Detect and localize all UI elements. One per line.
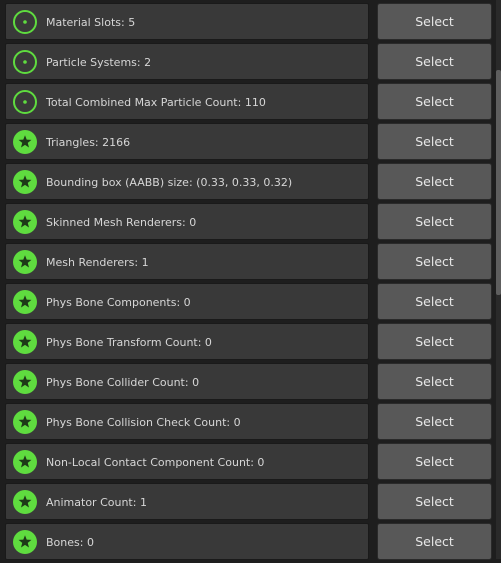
stat-label: Bones: 0 xyxy=(46,536,94,549)
info-circle-icon xyxy=(12,9,38,35)
select-button[interactable]: Select xyxy=(377,483,492,520)
info-circle-icon xyxy=(12,89,38,115)
stat-card: Mesh Renderers: 1 xyxy=(5,243,369,280)
stat-card: Bones: 0 xyxy=(5,523,369,560)
stat-label: Bounding box (AABB) size: (0.33, 0.33, 0… xyxy=(46,176,293,189)
select-button[interactable]: Select xyxy=(377,363,492,400)
stat-label: Mesh Renderers: 1 xyxy=(46,256,149,269)
vertical-scrollbar[interactable] xyxy=(496,0,501,559)
scrollbar-thumb[interactable] xyxy=(496,70,501,295)
star-icon xyxy=(12,289,38,315)
stat-row: Phys Bone Components: 0 Select xyxy=(0,283,496,323)
stat-card: Total Combined Max Particle Count: 110 xyxy=(5,83,369,120)
stat-row: Phys Bone Collision Check Count: 0 Select xyxy=(0,403,496,443)
stat-label: Phys Bone Components: 0 xyxy=(46,296,191,309)
stat-label: Triangles: 2166 xyxy=(46,136,131,149)
info-circle-icon xyxy=(12,49,38,75)
stat-row: Bounding box (AABB) size: (0.33, 0.33, 0… xyxy=(0,163,496,203)
star-icon xyxy=(12,489,38,515)
stat-card: Phys Bone Collision Check Count: 0 xyxy=(5,403,369,440)
stat-card: Phys Bone Collider Count: 0 xyxy=(5,363,369,400)
stat-row: Triangles: 2166 Select xyxy=(0,123,496,163)
stat-label: Animator Count: 1 xyxy=(46,496,147,509)
select-button[interactable]: Select xyxy=(377,403,492,440)
stat-row: Phys Bone Transform Count: 0 Select xyxy=(0,323,496,363)
stat-label: Non-Local Contact Component Count: 0 xyxy=(46,456,265,469)
stat-card: Material Slots: 5 xyxy=(5,3,369,40)
stat-row: Skinned Mesh Renderers: 0 Select xyxy=(0,203,496,243)
star-icon xyxy=(12,409,38,435)
select-button[interactable]: Select xyxy=(377,443,492,480)
select-button[interactable]: Select xyxy=(377,523,492,560)
stat-card: Phys Bone Transform Count: 0 xyxy=(5,323,369,360)
stat-label: Phys Bone Collider Count: 0 xyxy=(46,376,200,389)
stat-label: Total Combined Max Particle Count: 110 xyxy=(46,96,266,109)
stat-row: Total Combined Max Particle Count: 110 Se… xyxy=(0,83,496,123)
stat-row: Animator Count: 1 Select xyxy=(0,483,496,523)
star-icon xyxy=(12,369,38,395)
stat-row: Material Slots: 5 Select xyxy=(0,3,496,43)
stat-card: Non-Local Contact Component Count: 0 xyxy=(5,443,369,480)
stat-card: Animator Count: 1 xyxy=(5,483,369,520)
stat-label: Skinned Mesh Renderers: 0 xyxy=(46,216,197,229)
stat-label: Phys Bone Collision Check Count: 0 xyxy=(46,416,241,429)
select-button[interactable]: Select xyxy=(377,283,492,320)
select-button[interactable]: Select xyxy=(377,3,492,40)
star-icon xyxy=(12,129,38,155)
star-icon xyxy=(12,209,38,235)
stat-card: Triangles: 2166 xyxy=(5,123,369,160)
star-icon xyxy=(12,529,38,555)
select-button[interactable]: Select xyxy=(377,123,492,160)
select-button[interactable]: Select xyxy=(377,323,492,360)
stat-label: Material Slots: 5 xyxy=(46,16,136,29)
star-icon xyxy=(12,329,38,355)
stat-row: Phys Bone Collider Count: 0 Select xyxy=(0,363,496,403)
select-button[interactable]: Select xyxy=(377,43,492,80)
select-button[interactable]: Select xyxy=(377,243,492,280)
select-button[interactable]: Select xyxy=(377,83,492,120)
stat-card: Particle Systems: 2 xyxy=(5,43,369,80)
stat-row: Mesh Renderers: 1 Select xyxy=(0,243,496,283)
stat-row: Non-Local Contact Component Count: 0 Sele… xyxy=(0,443,496,483)
stat-card: Bounding box (AABB) size: (0.33, 0.33, 0… xyxy=(5,163,369,200)
stat-row: Particle Systems: 2 Select xyxy=(0,43,496,83)
star-icon xyxy=(12,169,38,195)
select-button[interactable]: Select xyxy=(377,163,492,200)
star-icon xyxy=(12,249,38,275)
stat-card: Skinned Mesh Renderers: 0 xyxy=(5,203,369,240)
stat-row: Bones: 0 Select xyxy=(0,523,496,563)
star-icon xyxy=(12,449,38,475)
stat-label: Phys Bone Transform Count: 0 xyxy=(46,336,212,349)
stat-label: Particle Systems: 2 xyxy=(46,56,152,69)
select-button[interactable]: Select xyxy=(377,203,492,240)
stat-card: Phys Bone Components: 0 xyxy=(5,283,369,320)
